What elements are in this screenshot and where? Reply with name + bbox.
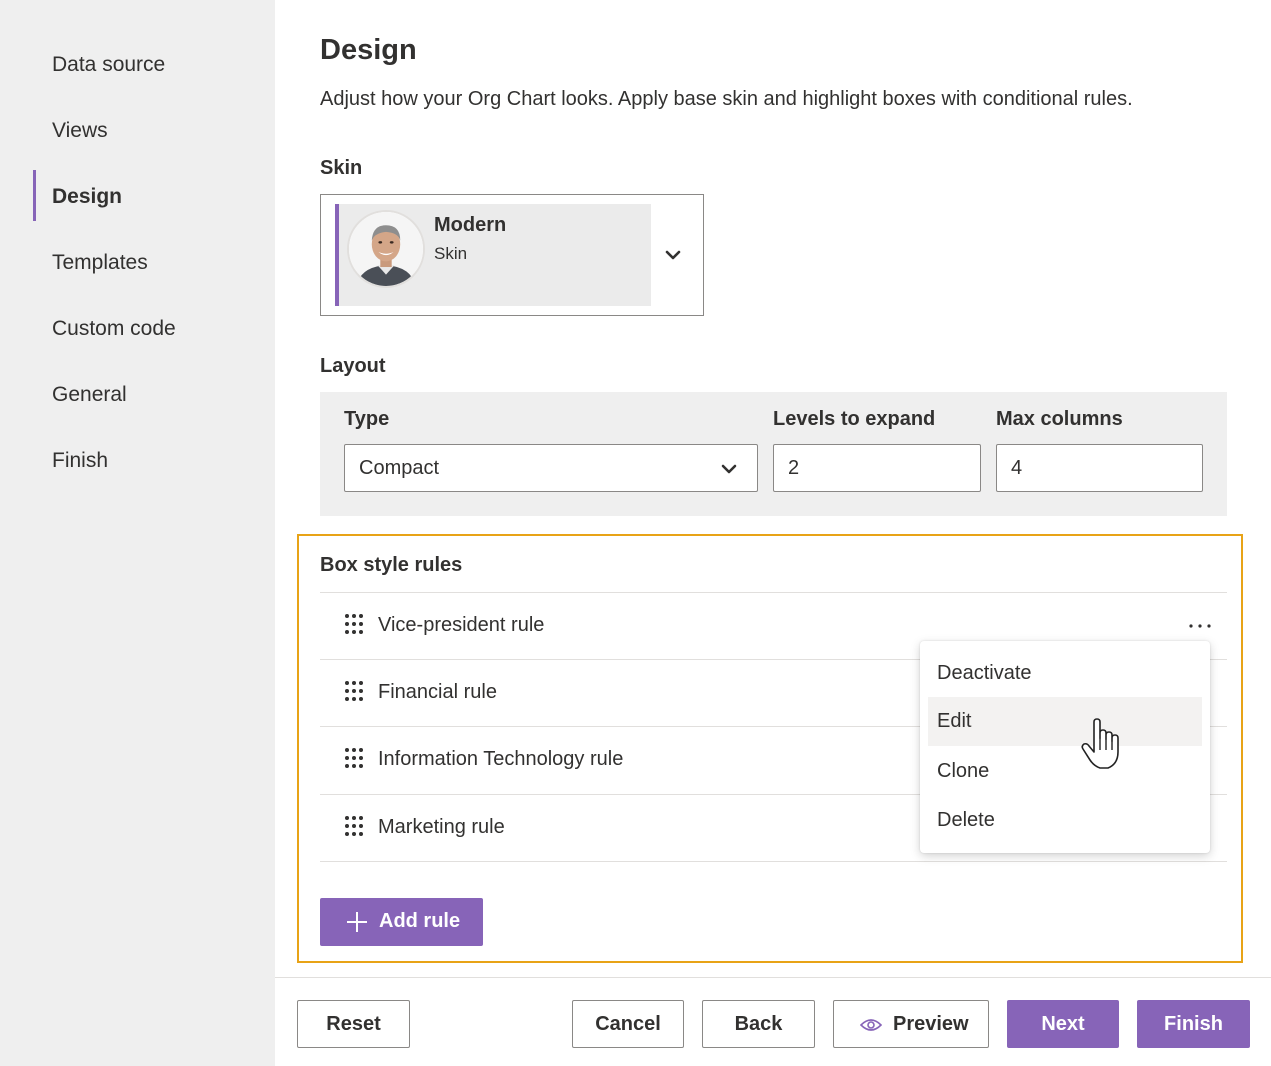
layout-label: Layout: [320, 355, 386, 377]
page-description: Adjust how your Org Chart looks. Apply b…: [320, 88, 1133, 110]
eye-icon: [860, 1019, 882, 1031]
sidebar: Data source Views Design Templates Custo…: [0, 0, 275, 1066]
menu-item-edit[interactable]: Edit: [928, 697, 1202, 746]
skin-subtitle: Skin: [434, 244, 468, 263]
sidebar-item-data-source[interactable]: Data source: [52, 51, 165, 79]
add-rule-label: Add rule: [379, 910, 461, 932]
drag-handle-icon[interactable]: [344, 747, 364, 769]
type-label: Type: [344, 408, 390, 430]
sidebar-item-general[interactable]: General: [52, 381, 127, 409]
drag-handle-icon[interactable]: [344, 815, 364, 837]
levels-label: Levels to expand: [773, 408, 936, 430]
finish-button[interactable]: Finish: [1137, 1000, 1250, 1048]
menu-item-delete[interactable]: Delete: [928, 796, 1202, 845]
skin-name: Modern: [434, 214, 507, 236]
chevron-down-icon: [721, 464, 737, 474]
divider: [320, 861, 1227, 862]
layout-panel: Type Levels to expand Max columns Compac…: [320, 392, 1227, 516]
max-columns-input[interactable]: 4: [996, 444, 1203, 492]
next-button[interactable]: Next: [1007, 1000, 1119, 1048]
footer-divider: [275, 977, 1271, 978]
rule-name: Financial rule: [378, 681, 497, 703]
sidebar-item-design[interactable]: Design: [52, 183, 122, 211]
hand-cursor-icon: [1081, 718, 1119, 769]
drag-handle-icon[interactable]: [344, 680, 364, 702]
active-nav-indicator: [33, 170, 36, 221]
preview-button[interactable]: Preview: [833, 1000, 989, 1048]
sidebar-item-custom-code[interactable]: Custom code: [52, 315, 176, 343]
layout-type-select[interactable]: Compact: [344, 444, 758, 492]
rules-title: Box style rules: [320, 554, 463, 576]
layout-type-value: Compact: [359, 457, 440, 479]
plus-icon: [347, 912, 367, 932]
reset-button[interactable]: Reset: [297, 1000, 410, 1048]
avatar: [347, 210, 425, 288]
max-columns-label: Max columns: [996, 408, 1123, 430]
sidebar-item-views[interactable]: Views: [52, 117, 108, 145]
cancel-button[interactable]: Cancel: [572, 1000, 684, 1048]
rule-name: Vice-president rule: [378, 614, 545, 636]
divider: [320, 592, 1227, 593]
preview-label: Preview: [893, 1013, 969, 1035]
levels-input[interactable]: 2: [773, 444, 981, 492]
levels-value: 2: [788, 457, 800, 479]
chevron-down-icon[interactable]: [663, 245, 683, 265]
max-columns-value: 4: [1011, 457, 1023, 479]
add-rule-button[interactable]: Add rule: [320, 898, 483, 946]
skin-card: Modern Skin: [335, 204, 651, 306]
more-options-icon[interactable]: [1188, 614, 1212, 634]
rule-name: Marketing rule: [378, 816, 505, 838]
drag-handle-icon[interactable]: [344, 613, 364, 635]
page-title: Design: [320, 34, 417, 66]
skin-label: Skin: [320, 157, 363, 179]
menu-item-deactivate[interactable]: Deactivate: [928, 649, 1202, 698]
skin-dropdown[interactable]: Modern Skin: [320, 194, 704, 316]
back-button[interactable]: Back: [702, 1000, 815, 1048]
rule-name: Information Technology rule: [378, 748, 624, 770]
sidebar-item-finish[interactable]: Finish: [52, 447, 108, 475]
menu-item-clone[interactable]: Clone: [928, 747, 1202, 796]
main-panel: Design Adjust how your Org Chart looks. …: [275, 0, 1271, 1066]
sidebar-item-templates[interactable]: Templates: [52, 249, 148, 277]
rule-context-menu: Deactivate Edit Clone Delete: [920, 641, 1210, 853]
